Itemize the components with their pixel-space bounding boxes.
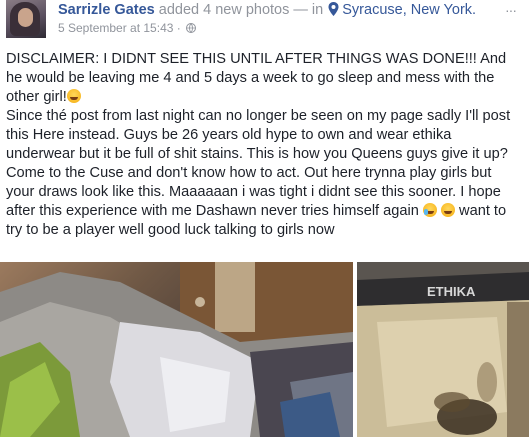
post-text-line: he would be leaving me 4 and 5 days a we… [6, 70, 495, 86]
post-text-line: underwear but it be full of shit stains.… [6, 146, 508, 162]
post-text-line: DISCLAIMER: I DIDNT SEE THIS UNTIL AFTER… [6, 51, 507, 67]
tears-of-joy-emoji [441, 203, 455, 217]
author-name-link[interactable]: Sarrizle Gates [58, 2, 155, 18]
post-text-line: Since thé post from last night can no lo… [6, 108, 511, 124]
post-photo-1[interactable] [0, 262, 353, 437]
more-options-icon[interactable]: ··· [505, 2, 517, 18]
waistband-text: ETHIKA [427, 284, 476, 299]
post-text-line: other girl! [6, 88, 526, 107]
post-text-line: after this experience with me Dashawn ne… [6, 203, 507, 219]
photo-1-illustration [0, 262, 353, 437]
post-body: DISCLAIMER: I DIDNT SEE THIS UNTIL AFTER… [6, 50, 526, 240]
crying-emoji [422, 203, 437, 217]
post-connector-text: — in [293, 2, 324, 18]
tears-of-joy-emoji [66, 89, 81, 103]
post-photo-2[interactable]: ETHIKA [357, 262, 529, 437]
post-timestamp-row: 5 September at 15:43 · [58, 21, 197, 35]
photo-2-illustration: ETHIKA [357, 262, 529, 437]
post-text-line: Come to the Cuse and don't know how to a… [6, 165, 492, 181]
post-text-line: try to be a player well good luck talkin… [6, 222, 335, 238]
post-timestamp-link[interactable]: 5 September at 15:43 · [58, 21, 181, 35]
post-text-line: your draws look like this. Maaaaaan i wa… [6, 184, 501, 200]
location-link[interactable]: Syracuse, New York. [342, 2, 476, 18]
post-action-text: added 4 new photos [158, 2, 290, 18]
post-header: Sarrizle Gates added 4 new photos — in S… [0, 0, 529, 40]
location-pin-icon [328, 2, 339, 16]
post-text-line: this Here instead. Guys be 26 years old … [6, 127, 452, 143]
public-globe-icon [186, 23, 197, 33]
post-headline: Sarrizle Gates added 4 new photos — in S… [58, 2, 476, 18]
author-avatar[interactable] [6, 0, 46, 38]
photo-grid: ETHIKA [0, 262, 529, 437]
